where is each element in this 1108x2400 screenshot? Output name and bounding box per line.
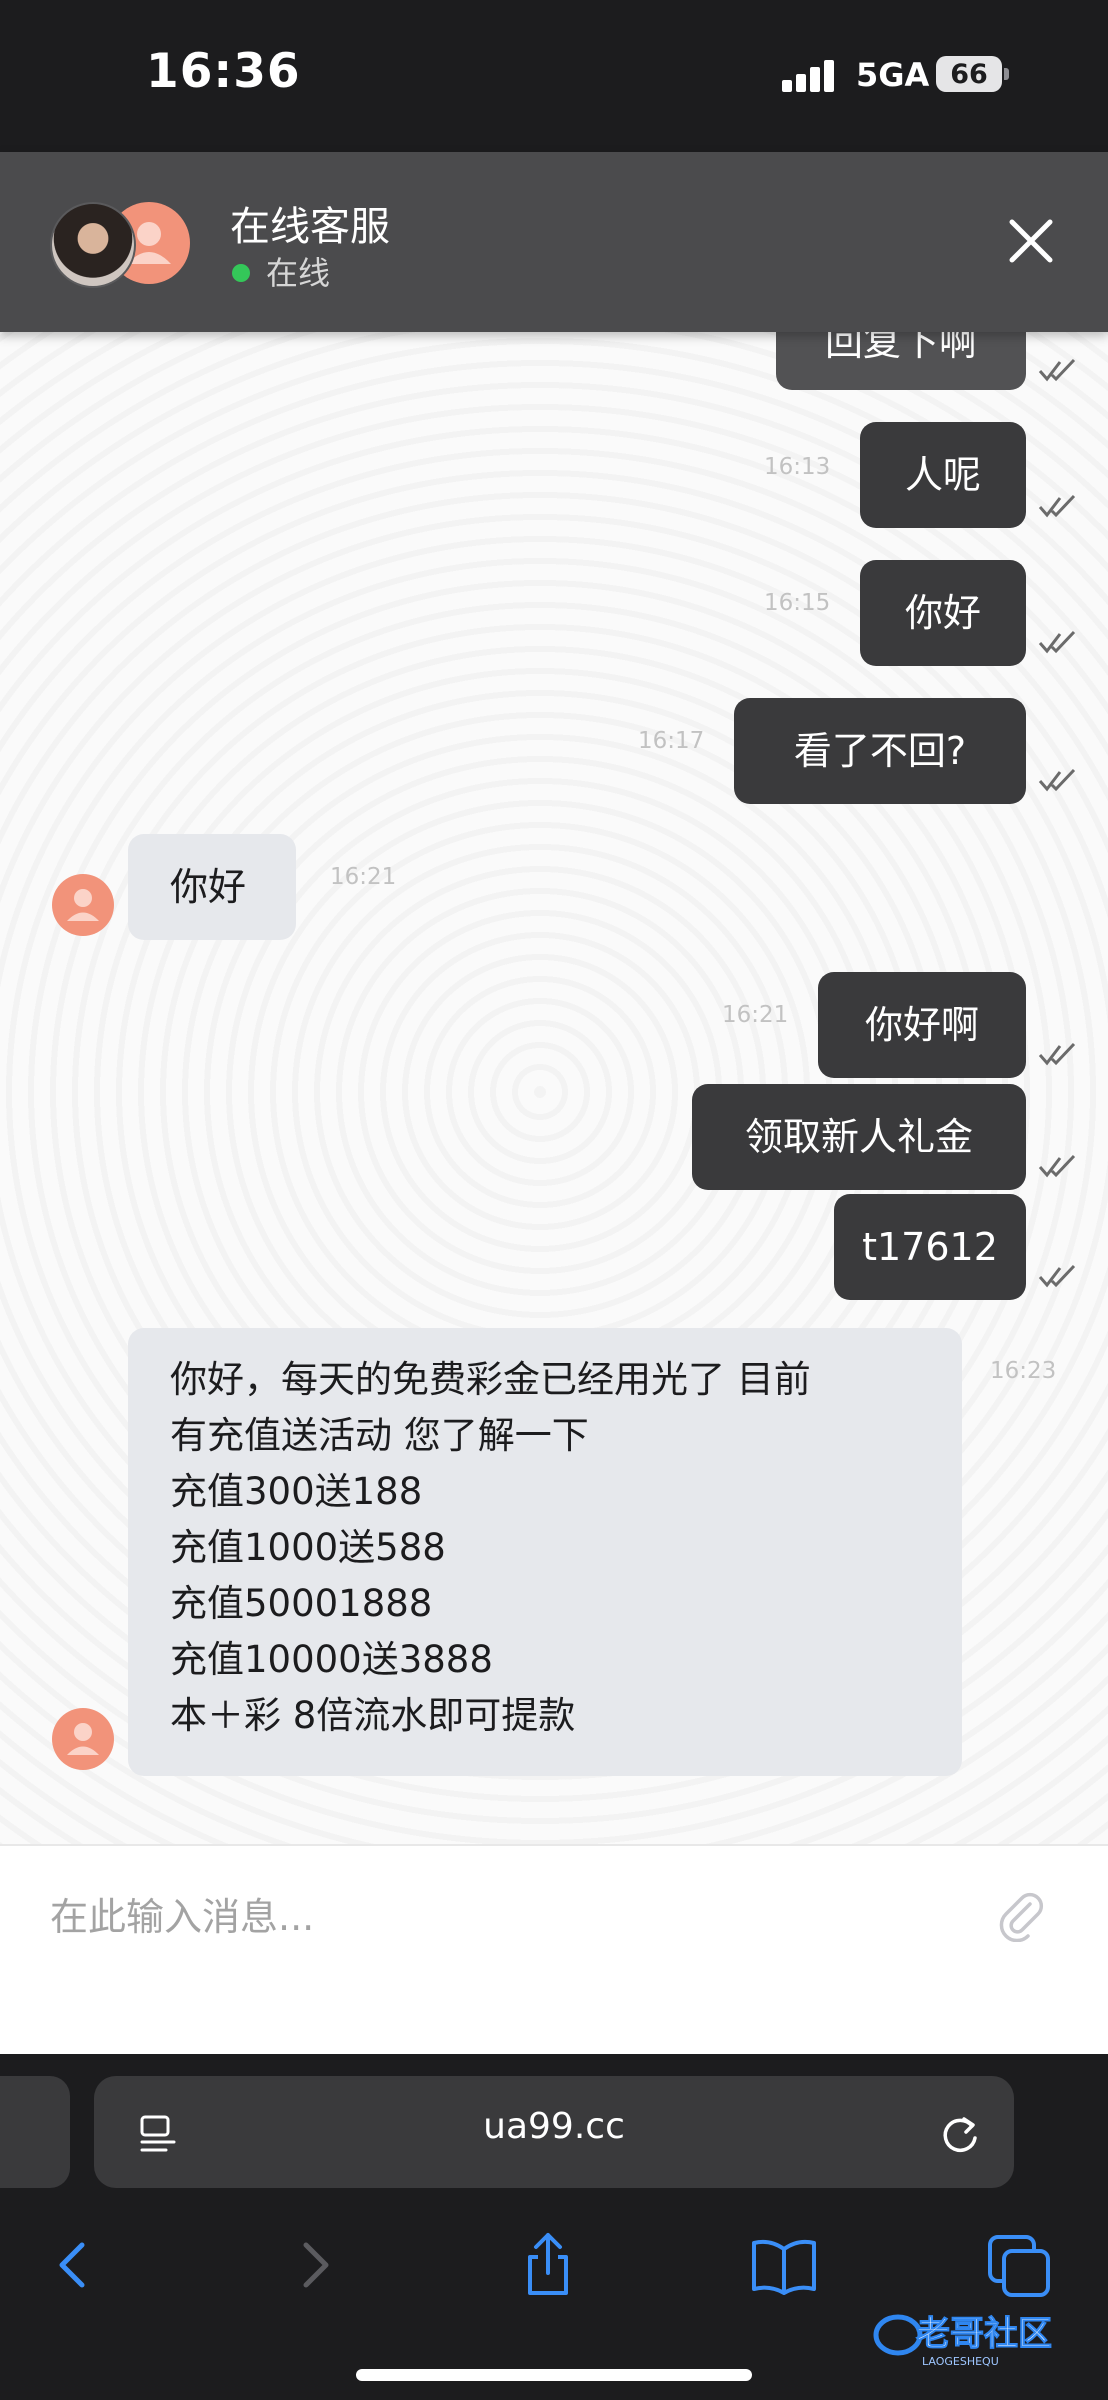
double-check-icon (1038, 630, 1076, 654)
online-status-label: 在线 (266, 254, 331, 292)
bookmarks-icon[interactable] (748, 2229, 820, 2301)
person-icon (67, 1723, 99, 1755)
message-text: 看了不回? (793, 729, 967, 773)
message-timestamp: 16:21 (722, 1002, 789, 1028)
message-line: 本＋彩 8倍流水即可提款 (170, 1694, 576, 1737)
message-text: 领取新人礼金 (744, 1115, 973, 1159)
double-check-icon (1038, 1264, 1076, 1288)
chat-title: 在线客服 (230, 204, 390, 250)
agent-avatar (52, 1708, 114, 1770)
outgoing-message: 回复下啊 (776, 332, 1026, 390)
reload-icon[interactable] (936, 2110, 984, 2158)
outgoing-message: 你好啊 (818, 972, 1026, 1078)
message-timestamp: 16:13 (764, 454, 831, 480)
forward-icon[interactable] (278, 2229, 350, 2301)
outgoing-message: t17612 (834, 1194, 1026, 1300)
watermark-text: 老哥社区 (916, 2314, 1052, 2354)
status-time: 16:36 (146, 44, 301, 99)
message-text: 你好 (904, 591, 981, 635)
message-line: 充值1000送588 (170, 1526, 446, 1569)
message-timestamp: 16:15 (764, 590, 831, 616)
message-list[interactable]: 回复下啊 16:13 人呢 16:15 你好 16:17 看了不回? 你好 16… (0, 332, 1108, 1844)
tabs-icon[interactable] (984, 2229, 1056, 2301)
message-line: 你好，每天的免费彩金已经用光了 目前 (170, 1358, 811, 1401)
browser-address-area: ua99.cc (0, 2054, 1108, 2199)
network-label: 5GA (856, 56, 930, 94)
signal-icon (782, 60, 834, 92)
message-composer: 在此输入消息... (0, 1844, 1108, 2056)
previous-tab-preview[interactable] (0, 2076, 70, 2188)
browser-toolbar: 老哥社区 LAOGESHEQU (0, 2199, 1108, 2400)
message-text: t17612 (862, 1225, 998, 1269)
share-icon[interactable] (512, 2229, 584, 2301)
message-text: 回复下啊 (824, 332, 977, 364)
watermark-subtext: LAOGESHEQU (922, 2355, 999, 2368)
outgoing-message: 领取新人礼金 (692, 1084, 1026, 1190)
online-status-dot (232, 264, 250, 282)
message-text: 你好啊 (864, 1003, 979, 1047)
battery-level: 66 (936, 56, 1002, 92)
url-text: ua99.cc (483, 2106, 625, 2147)
message-text: 人呢 (904, 453, 981, 497)
double-check-icon (1038, 1042, 1076, 1066)
message-text: 你好 (170, 865, 247, 909)
address-bar[interactable]: ua99.cc (94, 2076, 1014, 2188)
message-input[interactable]: 在此输入消息... (50, 1886, 314, 1941)
incoming-message: 你好 (128, 834, 296, 940)
agent-avatar (52, 874, 114, 936)
message-timestamp: 16:23 (990, 1358, 1057, 1384)
chat-header: 在线客服 在线 (0, 152, 1108, 332)
outgoing-message: 看了不回? (734, 698, 1026, 804)
close-icon[interactable] (1000, 210, 1062, 272)
person-icon (67, 889, 99, 921)
outgoing-message: 你好 (860, 560, 1026, 666)
battery-nub (1004, 68, 1009, 80)
status-bar: 16:36 5GA 66 (0, 0, 1108, 152)
outgoing-message: 人呢 (860, 422, 1026, 528)
message-line: 有充值送活动 您了解一下 (170, 1414, 589, 1457)
profile-photo-avatar (50, 202, 136, 288)
back-icon[interactable] (38, 2229, 110, 2301)
message-line: 充值10000送3888 (170, 1638, 493, 1681)
paperclip-icon[interactable] (996, 1890, 1048, 1942)
watermark-logo: 老哥社区 LAOGESHEQU (873, 2314, 1053, 2368)
double-check-icon (1038, 358, 1076, 382)
double-check-icon (1038, 494, 1076, 518)
incoming-message: 你好，每天的免费彩金已经用光了 目前 有充值送活动 您了解一下 充值300送18… (128, 1328, 962, 1776)
home-indicator[interactable] (356, 2369, 752, 2381)
message-line: 充值50001888 (170, 1582, 433, 1625)
battery-indicator: 66 (936, 56, 1010, 92)
message-line: 充值300送188 (170, 1470, 423, 1513)
message-timestamp: 16:17 (638, 728, 705, 754)
message-timestamp: 16:21 (330, 864, 397, 890)
double-check-icon (1038, 1154, 1076, 1178)
double-check-icon (1038, 768, 1076, 792)
